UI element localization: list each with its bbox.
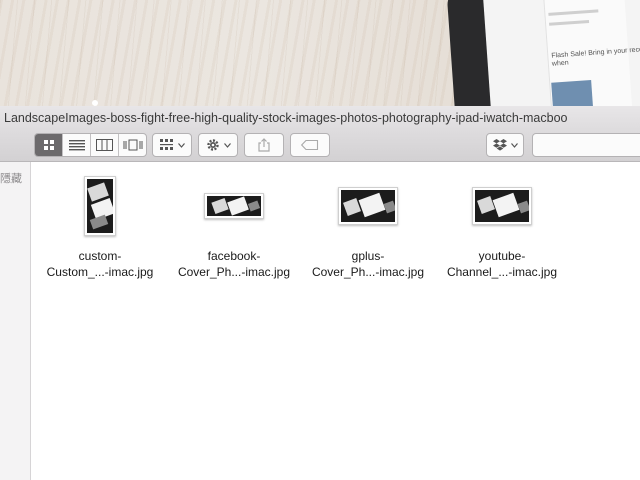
chevron-down-icon — [223, 142, 231, 148]
file-item[interactable]: facebook- Cover_Ph...-imac.jpg — [167, 174, 301, 284]
tablet-device: Flash Sale! Bring in your receipt when — [446, 0, 640, 106]
sidebar: 隱藏 — [0, 162, 31, 480]
file-thumbnail — [204, 193, 264, 219]
chevron-down-icon — [510, 142, 518, 148]
file-name-line2: Cover_Ph...-imac.jpg — [311, 265, 425, 279]
tablet-screen: Flash Sale! Bring in your receipt when — [483, 0, 640, 106]
title-bar[interactable]: LandscapeImages-boss-fight-free-high-qua… — [0, 106, 640, 130]
gear-icon — [206, 139, 219, 151]
file-thumbnail — [338, 187, 398, 225]
image-preview — [87, 179, 113, 233]
search-input[interactable] — [532, 133, 640, 157]
file-name-line1: gplus- — [351, 249, 385, 263]
tablet-article-image — [551, 80, 594, 106]
file-thumbnail-wrapper — [301, 174, 435, 238]
file-thumbnail — [84, 176, 116, 236]
image-preview — [207, 196, 261, 216]
file-name-line1: custom- — [78, 249, 122, 263]
dropbox-button[interactable] — [486, 133, 524, 157]
tag-icon — [301, 140, 319, 150]
sidebar-section-label[interactable]: 隱藏 — [0, 170, 22, 186]
finder-window: LandscapeImages-boss-fight-free-high-qua… — [0, 106, 640, 480]
share-button[interactable] — [244, 133, 284, 157]
image-preview — [475, 190, 529, 222]
list-view-icon — [68, 140, 85, 151]
file-thumbnail-wrapper — [33, 174, 167, 238]
desktop-background: Flash Sale! Bring in your receipt when — [0, 0, 640, 106]
file-name: custom- Custom_...-imac.jpg — [33, 248, 167, 280]
file-name-line2: Channel_...-imac.jpg — [446, 265, 558, 279]
column-view-icon — [96, 139, 113, 151]
list-view-button[interactable] — [63, 134, 91, 156]
image-preview — [341, 190, 395, 222]
cover-flow-view-button[interactable] — [119, 134, 146, 156]
cover-flow-view-icon — [123, 139, 142, 151]
file-thumbnail — [472, 187, 532, 225]
icon-view-button[interactable] — [35, 134, 63, 156]
chevron-down-icon — [177, 142, 185, 148]
toolbar — [0, 130, 640, 162]
file-name-line2: Custom_...-imac.jpg — [46, 265, 154, 279]
dropbox-icon — [492, 138, 507, 151]
file-thumbnail-wrapper — [167, 174, 301, 238]
group-by-button[interactable] — [152, 133, 192, 157]
grid-group-icon — [159, 139, 173, 150]
file-item[interactable]: gplus- Cover_Ph...-imac.jpg — [301, 174, 435, 284]
view-mode-control — [34, 133, 147, 157]
file-name: facebook- Cover_Ph...-imac.jpg — [167, 248, 301, 280]
file-item[interactable]: youtube- Channel_...-imac.jpg — [435, 174, 569, 284]
icon-view-icon — [43, 140, 54, 150]
column-view-button[interactable] — [91, 134, 119, 156]
file-name-line2: Cover_Ph...-imac.jpg — [177, 265, 291, 279]
share-icon — [258, 138, 270, 152]
file-name-line1: facebook- — [207, 249, 261, 263]
file-thumbnail-wrapper — [435, 174, 569, 238]
file-name: youtube- Channel_...-imac.jpg — [435, 248, 569, 280]
file-name: gplus- Cover_Ph...-imac.jpg — [301, 248, 435, 280]
file-browser-content: custom- Custom_...-imac.jpg facebook- Co… — [31, 162, 640, 480]
window-title: LandscapeImages-boss-fight-free-high-qua… — [4, 111, 568, 125]
action-menu-button[interactable] — [198, 133, 238, 157]
file-item[interactable]: custom- Custom_...-imac.jpg — [33, 174, 167, 284]
file-name-line1: youtube- — [478, 249, 526, 263]
tag-button[interactable] — [290, 133, 330, 157]
